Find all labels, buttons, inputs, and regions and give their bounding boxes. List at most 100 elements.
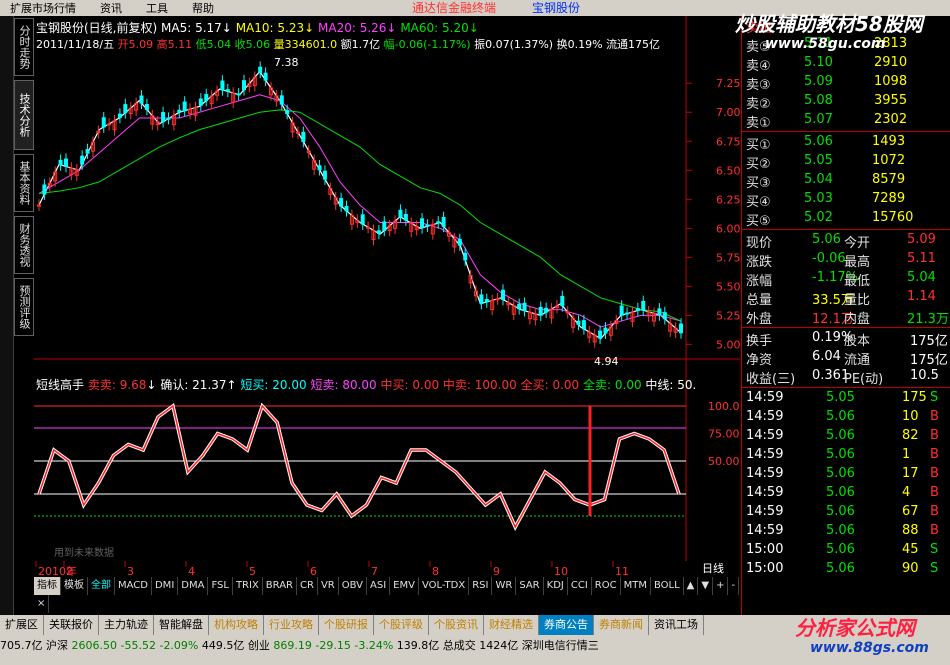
candle-body (463, 252, 468, 261)
x-tick-label: 8 (432, 565, 439, 576)
tab-all[interactable]: 全部 (88, 577, 115, 595)
ask-label: 卖② (746, 97, 771, 112)
ask-volume: 1098 (874, 74, 908, 89)
tick-price: 5.06 (826, 485, 855, 500)
tab-close-icon[interactable]: × (34, 595, 50, 613)
tick-row: 15:00 5.06 45 S (742, 541, 950, 560)
fin-key: 收益(三) (746, 372, 796, 387)
status-change-1: -55.52 (120, 639, 156, 652)
tab-up-icon[interactable]: ▲ (684, 577, 699, 595)
tab-info-workshop[interactable]: 资讯工场 (649, 615, 704, 635)
tab-emv[interactable]: EMV (390, 577, 419, 595)
tab-cr[interactable]: CR (297, 577, 318, 595)
future-data-note: 用到未来数据 (54, 546, 114, 559)
tab-template[interactable]: 模板 (61, 577, 88, 595)
status-pct-2: -3.24% (354, 639, 394, 652)
candle-body (339, 198, 344, 207)
tab-obv[interactable]: OBV (339, 577, 367, 595)
tab-dma[interactable]: DMA (178, 577, 209, 595)
tick-side: B (930, 409, 939, 424)
candle-body (80, 155, 85, 165)
info-float: 流通175亿 (606, 38, 661, 51)
candle-body (641, 300, 646, 311)
tab-intraday[interactable]: 分时走势 (14, 18, 34, 76)
tab-indicator[interactable]: 指标 (34, 577, 61, 595)
tab-main-track[interactable]: 主力轨迹 (99, 615, 154, 635)
kline-chart[interactable]: 7.25 7.00 6.75 6.50 6.25 6.00 5.75 5.50 5.25 5.00… (34, 16, 740, 576)
tab-vol-tdx[interactable]: VOL-TDX (419, 577, 470, 595)
stat-key: 涨跌 (746, 255, 773, 270)
tab-financial[interactable]: 财务透视 (14, 216, 34, 274)
candle-body (376, 230, 381, 234)
candle-body (263, 72, 268, 81)
tab-minus-icon[interactable]: - (728, 577, 740, 595)
tab-rating[interactable]: 预测评级 (14, 278, 34, 336)
chart-header: 宝钢股份(日线,前复权) MA5: 5.17↓ MA10: 5.23↓ MA20… (36, 21, 479, 35)
tab-dmi[interactable]: DMI (152, 577, 179, 595)
tab-smart-analysis[interactable]: 智能解盘 (154, 615, 209, 635)
tab-brar[interactable]: BRAR (263, 577, 297, 595)
tab-finance-picks[interactable]: 财经精选 (484, 615, 539, 635)
tab-institution[interactable]: 机构攻略 (209, 615, 264, 635)
tick-row: 15:00 5.06 90 S (742, 560, 950, 579)
candle-body (37, 204, 41, 207)
tick-price: 5.06 (826, 523, 855, 538)
candle-body (366, 226, 371, 229)
y-tick-label: 6.00 (716, 222, 740, 235)
tab-fsl[interactable]: FSL (208, 577, 233, 595)
candle-body (538, 306, 543, 316)
tab-trix[interactable]: TRIX (233, 577, 263, 595)
tab-broker-notice[interactable]: 券商公告 (539, 615, 594, 635)
candle-body (522, 302, 527, 312)
menu-help[interactable]: 帮助 (192, 0, 214, 16)
menu-tools[interactable]: 工具 (146, 0, 168, 16)
info-close: 收5.06 (234, 38, 271, 51)
sep-bid (742, 229, 950, 230)
bid-volume: 8579 (872, 172, 906, 187)
candle-body (123, 104, 128, 114)
tab-broker-news[interactable]: 券商新闻 (594, 615, 649, 635)
status-server[interactable]: 深圳电信行情三 (522, 639, 599, 652)
tab-sar[interactable]: SAR (516, 577, 544, 595)
tab-expand[interactable]: 扩展区 (0, 615, 44, 635)
tab-related-quote[interactable]: 关联报价 (44, 615, 99, 635)
x-tick-label: 3 (127, 565, 134, 576)
tab-rsi[interactable]: RSI (469, 577, 493, 595)
ind-all-buy: 全买: 0.00 (520, 378, 580, 392)
tab-vr[interactable]: VR (318, 577, 339, 595)
tab-mtm[interactable]: MTM (621, 577, 651, 595)
tab-add-icon[interactable]: + (713, 577, 729, 595)
tab-roc[interactable]: ROC (592, 577, 621, 595)
candle-body (295, 131, 300, 134)
status-amount-2: 449.5亿 (201, 639, 245, 652)
tick-side: S (930, 561, 939, 576)
tab-stock-news[interactable]: 个股资讯 (429, 615, 484, 635)
tab-stock-rating[interactable]: 个股评级 (374, 615, 429, 635)
y-tick-label: 6.25 (716, 193, 740, 206)
tick-side: S (930, 390, 939, 405)
candle-body (679, 323, 683, 334)
tab-kdj[interactable]: KDJ (544, 577, 568, 595)
y-tick-label: 7.00 (716, 106, 740, 119)
period-label[interactable]: 日线 (702, 561, 724, 575)
y-tick-label: 5.25 (716, 309, 740, 322)
tab-industry[interactable]: 行业攻略 (264, 615, 319, 635)
tab-wr[interactable]: WR (492, 577, 517, 595)
tick-time: 14:59 (746, 523, 784, 538)
tick-time: 14:59 (746, 409, 784, 424)
tab-down-icon[interactable]: ▼ (698, 577, 714, 595)
menu-expand-market[interactable]: 扩展市场行情 (10, 0, 76, 16)
tick-time: 14:59 (746, 428, 784, 443)
menu-news[interactable]: 资讯 (100, 0, 122, 16)
tab-research[interactable]: 个股研报 (319, 615, 374, 635)
tab-asi[interactable]: ASI (367, 577, 391, 595)
bid-label: 买③ (746, 176, 771, 191)
tab-macd[interactable]: MACD (115, 577, 152, 595)
tab-boll[interactable]: BOLL (651, 577, 684, 595)
tab-basic-info[interactable]: 基本资料 (14, 154, 34, 212)
tab-technical[interactable]: 技术分析 (14, 80, 34, 150)
candle-body (236, 93, 241, 96)
bid-label: 买① (746, 138, 771, 153)
stat-key-2: 最低 (844, 274, 871, 289)
tab-cci[interactable]: CCI (568, 577, 592, 595)
